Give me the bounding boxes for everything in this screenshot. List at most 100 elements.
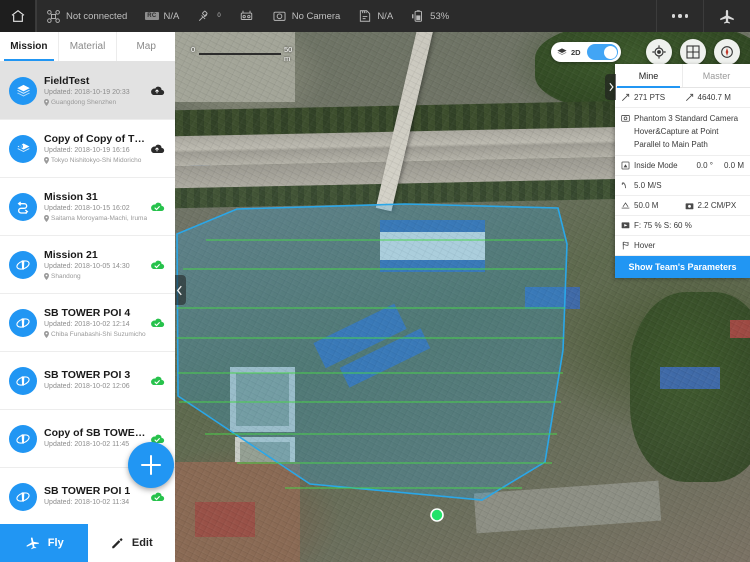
status-sdcard[interactable]: N/A [349, 0, 402, 32]
scale-zero: 0 [191, 45, 196, 54]
fly-button[interactable]: Fly [0, 524, 88, 562]
mission-location: Shandong [51, 272, 81, 280]
overlap-value: F: 75 % S: 60 % [634, 221, 692, 230]
status-drone[interactable]: Not connected [37, 0, 136, 32]
add-mission-button[interactable] [128, 442, 174, 488]
gsd-stat: 2.2 CM/PX [685, 201, 745, 210]
cloud-synced-icon [149, 374, 165, 387]
compass-button[interactable] [714, 39, 740, 65]
status-drone-label: Not connected [66, 10, 128, 22]
mission-title: SB TOWER POI 4 [44, 306, 131, 319]
mission-list[interactable]: FieldTest Updated: 2018-10-19 20:33 Guan… [0, 62, 175, 524]
airplane-icon [717, 7, 737, 25]
camera-row[interactable]: Phantom 3 Standard Camera Hover&Capture … [615, 108, 750, 156]
show-team-parameters-button[interactable]: Show Team's Parameters [615, 256, 750, 278]
pin-icon [44, 98, 49, 106]
camera-path: Parallel to Main Path [634, 140, 708, 149]
altitude-gsd-row[interactable]: 50.0 M 2.2 CM/PX [615, 196, 750, 216]
list-item[interactable]: SB TOWER POI 4 Updated: 2018-10-02 12:14… [0, 294, 175, 352]
mission-sidebar: Mission Material Map FieldTest Updated: … [0, 32, 176, 562]
status-badge[interactable] [147, 316, 167, 329]
gimbal-height: 0.0 M [723, 161, 744, 170]
app-root: Not connected RC N/A 0 No Camera N/A 53%… [0, 0, 750, 562]
altitude-icon [621, 201, 630, 210]
mapping-mission-icon [9, 76, 37, 105]
list-item[interactable]: SB TOWER POI 3 Updated: 2018-10-02 12:06 [0, 352, 175, 410]
altitude-stat: 50.0 M [621, 201, 681, 210]
tab-mission[interactable]: Mission [0, 32, 58, 61]
status-satellite-count: 0 [217, 13, 221, 19]
edit-button-label: Edit [131, 537, 153, 549]
map-2d-toggle[interactable]: 2D [551, 42, 621, 62]
cloud-upload-icon [149, 84, 165, 97]
airplane-icon [24, 536, 41, 551]
status-satellite[interactable]: 0 [188, 0, 229, 32]
home-button[interactable] [0, 0, 36, 32]
cloud-synced-icon [149, 258, 165, 271]
status-camera[interactable]: No Camera [263, 0, 350, 32]
status-badge[interactable] [147, 84, 167, 97]
layers-button[interactable] [680, 39, 706, 65]
mission-updated: Updated: 2018-10-15 16:02 [44, 204, 130, 212]
gsd-value: 2.2 CM/PX [697, 201, 737, 210]
status-badge[interactable] [147, 200, 167, 213]
map-2d-switch[interactable] [587, 44, 618, 60]
flight-mode-button[interactable] [704, 0, 750, 32]
poi-mission-icon [9, 482, 37, 511]
list-item[interactable]: 1 Copy of Copy of TKU 1 Updated: 2018-10… [0, 120, 175, 178]
mission-location-row: Tokyo Nishitokyo-Shi Midoricho [44, 156, 147, 165]
tab-mission-label: Mission [10, 41, 48, 52]
pin-icon [44, 330, 49, 338]
status-controller[interactable] [230, 0, 263, 32]
status-battery[interactable]: 53% [402, 0, 458, 32]
status-badge[interactable] [147, 374, 167, 387]
speed-icon [621, 181, 630, 190]
altitude-value: 50.0 M [634, 201, 659, 210]
list-item[interactable]: Mission 31 Updated: 2018-10-15 16:02 Sai… [0, 178, 175, 236]
tab-mine[interactable]: Mine [615, 64, 682, 88]
poi-mission-icon [9, 424, 37, 453]
status-battery-label: 53% [430, 10, 450, 22]
status-badge[interactable] [147, 258, 167, 271]
status-rc-label: N/A [163, 10, 180, 22]
mission-location: Guangdong Shenzhen [51, 98, 117, 106]
scale-distance: 50 m [284, 45, 293, 63]
pin-icon [44, 214, 49, 222]
fly-button-label: Fly [47, 537, 64, 549]
list-item-text: SB TOWER POI 1 Updated: 2018-10-02 11:34 [44, 485, 147, 508]
overlap-icon [621, 221, 630, 229]
status-sdcard-label: N/A [377, 10, 394, 22]
tab-master-label: Master [702, 70, 731, 81]
mission-title: Mission 21 [44, 248, 98, 261]
tab-map[interactable]: Map [116, 32, 176, 61]
distance-icon [685, 93, 694, 102]
poi-mission-icon [9, 366, 37, 395]
end-action-row[interactable]: Hover [615, 236, 750, 256]
map-collapse-toggle[interactable] [175, 275, 186, 305]
status-badge[interactable] [147, 490, 167, 503]
waypoint-mission-icon [9, 192, 37, 221]
points-icon [621, 93, 630, 102]
list-item-text: Mission 21 Updated: 2018-10-05 14:30 Sha… [44, 249, 147, 281]
gimbal-icon [621, 161, 630, 170]
stats-row: 271 PTS 4640.7 M [615, 88, 750, 108]
status-rc[interactable]: RC N/A [136, 0, 188, 32]
tab-master[interactable]: Master [682, 64, 750, 87]
list-item[interactable]: Mission 21 Updated: 2018-10-05 14:30 Sha… [0, 236, 175, 294]
mission-location: Chiba Funabashi-Shi Suzumicho [51, 330, 146, 338]
speed-row[interactable]: 5.0 M/S [615, 176, 750, 196]
tab-mine-label: Mine [638, 70, 659, 81]
list-item-text: FieldTest Updated: 2018-10-19 20:33 Guan… [44, 75, 147, 107]
show-team-parameters-label: Show Team's Parameters [628, 262, 737, 272]
edit-button[interactable]: Edit [87, 524, 175, 562]
tab-material[interactable]: Material [57, 32, 117, 61]
overlap-row[interactable]: F: 75 % S: 60 % [615, 216, 750, 236]
list-item[interactable]: FieldTest Updated: 2018-10-19 20:33 Guan… [0, 62, 175, 120]
pin-icon [44, 156, 49, 164]
gimbal-row[interactable]: Inside Mode 0.0 ° 0.0 M [615, 156, 750, 176]
more-options-button[interactable] [657, 0, 703, 32]
mission-location-row: Shandong [44, 272, 147, 281]
locate-button[interactable] [646, 39, 672, 65]
mission-updated: Updated: 2018-10-02 12:14 [44, 320, 130, 328]
status-badge[interactable] [147, 142, 167, 155]
